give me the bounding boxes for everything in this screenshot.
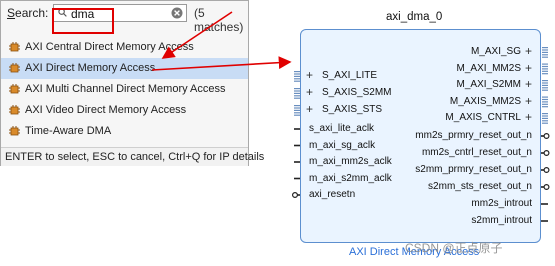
bus-pin (542, 47, 548, 49)
bus-pin (542, 70, 548, 72)
annotation-arrow-search (161, 11, 233, 59)
bus-pin (294, 109, 300, 111)
port-bubble (543, 133, 550, 140)
bus-pin (294, 92, 300, 94)
port-bubble (543, 150, 550, 157)
bus-pin (542, 65, 548, 68)
bus-pin (294, 97, 300, 99)
port-bubble (543, 184, 550, 191)
bus-pin (542, 101, 548, 103)
bus-pin (542, 115, 548, 117)
bus-pin (542, 87, 548, 89)
bus-pin (542, 120, 548, 122)
bus-pin (294, 105, 300, 107)
bus-pin (542, 80, 548, 82)
bus-pin (542, 103, 548, 105)
bus-pin (542, 56, 548, 58)
bus-pin (294, 75, 300, 77)
bus-pin (542, 117, 548, 119)
bus-pin (542, 54, 548, 56)
bus-pin (294, 71, 300, 73)
bus-pin (542, 96, 548, 98)
bus-pin (294, 112, 300, 114)
annotation-overlay (151, 11, 550, 222)
port-bubble (543, 167, 550, 174)
bus-pin (542, 73, 548, 75)
bus-pin (542, 106, 548, 108)
bus-pin (542, 51, 548, 53)
bus-pin (542, 63, 548, 65)
bus-pin (294, 114, 300, 116)
annotation-arrow-block (151, 56, 292, 71)
bus-pin (542, 113, 548, 115)
bus-pin (542, 49, 548, 51)
bus-pin (294, 80, 300, 82)
bus-pin (542, 82, 548, 84)
bus-pin (294, 90, 300, 92)
bus-pin (294, 107, 300, 109)
bus-pin (542, 84, 548, 86)
bus-pin (542, 122, 548, 124)
bus-pin (542, 68, 548, 70)
bus-pin (294, 73, 300, 75)
port-bubble (292, 192, 299, 199)
bus-pin (294, 95, 300, 97)
bus-pin (294, 88, 300, 90)
bus-pin (542, 89, 548, 91)
bus-pin (294, 78, 300, 80)
bus-pin (542, 98, 548, 101)
